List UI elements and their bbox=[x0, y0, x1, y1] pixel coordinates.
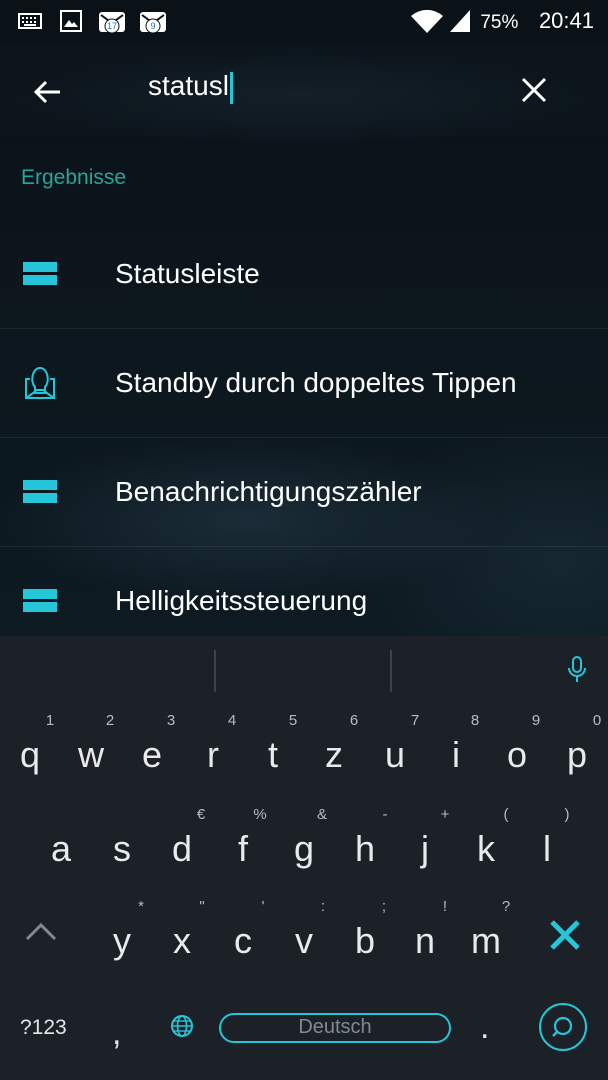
space-bar-label: Deutsch bbox=[298, 1016, 372, 1038]
mail-badge-icon: 9 bbox=[139, 9, 167, 35]
key-t[interactable]: 5t bbox=[243, 708, 303, 798]
keyboard-icon bbox=[18, 13, 42, 29]
search-query: statusl bbox=[148, 70, 229, 101]
text-cursor bbox=[229, 71, 233, 104]
key-u[interactable]: 7u bbox=[365, 708, 425, 798]
key-k[interactable]: (k bbox=[456, 802, 516, 892]
result-label: Standby durch doppeltes Tippen bbox=[115, 367, 517, 398]
space-bar[interactable]: Deutsch bbox=[219, 1013, 451, 1043]
key-v[interactable]: :v bbox=[274, 894, 334, 984]
clock: 20:41 bbox=[538, 8, 594, 33]
key-x[interactable]: " x bbox=[152, 894, 212, 984]
key-label: v bbox=[295, 920, 313, 961]
key-label: n bbox=[414, 920, 436, 961]
key-label: x bbox=[173, 920, 191, 961]
result-label: Benachrichtigungszähler bbox=[115, 476, 422, 507]
key-label: l bbox=[543, 828, 551, 869]
key-label: i bbox=[452, 734, 460, 775]
key-label: y bbox=[113, 920, 131, 961]
key-hint: 0 bbox=[592, 712, 602, 729]
status-bar: 17 9 75% 20:41 bbox=[0, 0, 608, 44]
key-label: s bbox=[113, 828, 131, 869]
key-label: a bbox=[50, 828, 72, 869]
result-label: Statusleiste bbox=[115, 258, 260, 289]
search-input[interactable]: statusl bbox=[148, 70, 233, 104]
keyboard: 1q 2w 3e 4r 5t 6z 7u 8i 9o 0p a s € d % f … bbox=[0, 636, 608, 1080]
clear-icon[interactable] bbox=[518, 74, 550, 106]
key-n[interactable]: ! n bbox=[395, 894, 455, 984]
key-label: b bbox=[354, 920, 376, 961]
battery-level: 75% bbox=[480, 12, 519, 33]
key-d[interactable]: € d bbox=[152, 802, 212, 892]
image-icon bbox=[60, 10, 82, 32]
key-g[interactable]: & g bbox=[274, 802, 334, 892]
mail-badge-icon: 17 bbox=[98, 9, 126, 35]
key-label: c bbox=[234, 920, 252, 961]
key-s[interactable]: s bbox=[92, 802, 152, 892]
microphone-icon[interactable] bbox=[566, 656, 588, 684]
key-label: z bbox=[325, 734, 343, 775]
key-label: g bbox=[293, 828, 315, 869]
signal-icon bbox=[450, 10, 470, 32]
key-label: k bbox=[477, 828, 495, 869]
key-label: t bbox=[267, 734, 278, 775]
key-label: q bbox=[19, 734, 41, 775]
statusbar-icon bbox=[23, 480, 57, 503]
statusbar-icon bbox=[23, 589, 57, 612]
key-r[interactable]: 4r bbox=[183, 708, 243, 798]
result-item[interactable]: Statusleiste bbox=[0, 220, 608, 329]
key-o[interactable]: 9o bbox=[487, 708, 547, 798]
key-label: d bbox=[171, 828, 193, 869]
result-item[interactable]: Benachrichtigungszähler bbox=[0, 438, 608, 547]
delete-icon[interactable] bbox=[548, 918, 582, 952]
back-arrow-icon[interactable] bbox=[30, 74, 66, 110]
symbols-key[interactable]: ?123 bbox=[20, 1016, 67, 1040]
suggestion-divider bbox=[214, 650, 216, 692]
key-c[interactable]: ' c bbox=[213, 894, 273, 984]
wifi-icon bbox=[411, 9, 443, 33]
key-hint: ) bbox=[564, 806, 570, 823]
search-icon bbox=[552, 1016, 573, 1037]
key-p[interactable]: 0p bbox=[547, 708, 607, 798]
search-bar: statusl bbox=[0, 44, 608, 136]
key-i[interactable]: 8i bbox=[426, 708, 486, 798]
key-a[interactable]: a bbox=[31, 802, 91, 892]
key-w[interactable]: 2w bbox=[61, 708, 121, 798]
key-m[interactable]: ? m bbox=[456, 894, 516, 984]
status-right: 75% 20:41 bbox=[480, 8, 594, 34]
notification-count: 17 bbox=[106, 21, 117, 31]
key-label: f bbox=[237, 828, 248, 869]
shift-icon[interactable] bbox=[24, 920, 58, 942]
comma-key[interactable]: , bbox=[112, 1014, 121, 1053]
key-label: w bbox=[78, 734, 104, 775]
key-hint: ? bbox=[501, 898, 511, 915]
key-label: o bbox=[506, 734, 528, 775]
key-label: h bbox=[354, 828, 376, 869]
key-label: p bbox=[566, 734, 588, 775]
key-z[interactable]: 6z bbox=[304, 708, 364, 798]
key-j[interactable]: + j bbox=[395, 802, 455, 892]
search-key[interactable] bbox=[539, 1003, 587, 1051]
key-b[interactable]: ; b bbox=[335, 894, 395, 984]
key-label: m bbox=[471, 920, 501, 961]
key-label: r bbox=[207, 734, 219, 775]
suggestion-divider bbox=[390, 650, 392, 692]
key-h[interactable]: -h bbox=[335, 802, 395, 892]
key-q[interactable]: 1q bbox=[0, 708, 60, 798]
results-heading: Ergebnisse bbox=[21, 166, 127, 189]
notification-count: 9 bbox=[150, 21, 156, 31]
key-e[interactable]: 3e bbox=[122, 708, 182, 798]
doubletap-icon bbox=[25, 366, 55, 399]
key-label: e bbox=[141, 734, 163, 775]
statusbar-icon bbox=[23, 262, 57, 285]
period-key[interactable]: . bbox=[480, 1008, 489, 1047]
key-l[interactable]: ) l bbox=[517, 802, 577, 892]
key-label: j bbox=[421, 828, 429, 869]
key-label: u bbox=[384, 734, 406, 775]
result-item[interactable]: Standby durch doppeltes Tippen bbox=[0, 329, 608, 438]
key-y[interactable]: * y bbox=[92, 894, 152, 984]
globe-icon[interactable] bbox=[170, 1014, 194, 1038]
key-f[interactable]: % f bbox=[213, 802, 273, 892]
